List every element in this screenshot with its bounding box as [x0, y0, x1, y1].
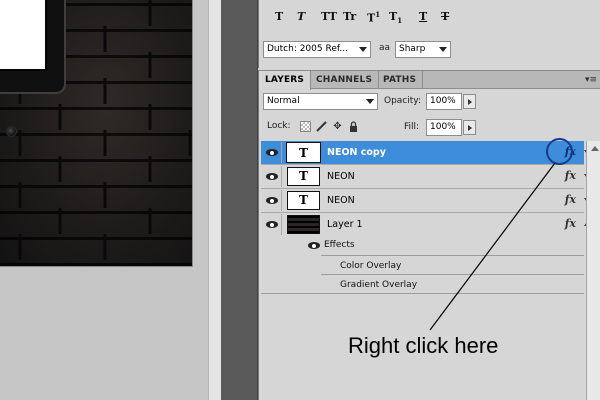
document-canvas[interactable]: [0, 0, 208, 400]
layer-row-neon[interactable]: T NEON fx: [261, 165, 590, 189]
subscript-mark: 1: [397, 16, 403, 26]
faux-bold-button[interactable]: T: [275, 10, 283, 23]
scroll-up-icon[interactable]: [591, 146, 599, 151]
eye-icon: [266, 149, 278, 156]
superscript-mark: 1: [375, 10, 381, 19]
visibility-toggle[interactable]: [262, 214, 282, 235]
visibility-toggle[interactable]: [262, 190, 282, 211]
effects-group-row[interactable]: Effects: [261, 236, 584, 256]
superscript-glyph: T: [367, 11, 376, 25]
type-layer-thumbnail: T: [287, 167, 320, 186]
canvas-gutter: [208, 0, 221, 400]
character-panel: T T TT Tr T1 T1 T T Dutch: 2005 Ref... a…: [258, 0, 600, 68]
visibility-toggle[interactable]: [262, 166, 282, 187]
fill-input[interactable]: 100%: [426, 119, 462, 136]
tab-channels[interactable]: CHANNELS: [310, 71, 380, 89]
callout-text: Right click here: [348, 333, 499, 358]
brush-icon: [316, 121, 327, 132]
eye-icon[interactable]: [308, 242, 320, 249]
effect-row-color-overlay[interactable]: Color Overlay: [261, 256, 584, 276]
fx-icon[interactable]: fx: [565, 193, 576, 206]
layer-name: Layer 1: [327, 219, 363, 230]
faux-italic-button[interactable]: T: [297, 10, 305, 23]
opacity-slider-button[interactable]: [463, 94, 476, 109]
layer-row-layer-1[interactable]: Layer 1 fx: [261, 213, 590, 237]
antialias-select-value: Sharp: [399, 44, 426, 54]
chevron-down-icon: [366, 99, 374, 104]
lock-all-padlock-icon[interactable]: [348, 121, 359, 132]
wall-bolt: [6, 126, 17, 137]
effects-label: Effects: [324, 240, 355, 250]
padlock-icon: [350, 121, 357, 132]
fx-icon[interactable]: fx: [565, 217, 576, 230]
visibility-toggle[interactable]: [262, 142, 282, 163]
layer-row-neon-copy[interactable]: T NEON copy fx: [261, 141, 590, 165]
lock-transparency-icon[interactable]: [300, 121, 311, 132]
layer-name: NEON copy: [327, 147, 386, 158]
brick-wall-image: [0, 0, 193, 267]
antialias-icon: aa: [379, 43, 391, 53]
type-layer-thumbnail: T: [287, 143, 320, 162]
small-caps-button[interactable]: Tr: [343, 10, 356, 23]
subscript-button[interactable]: T1: [389, 10, 402, 25]
superscript-button[interactable]: T1: [367, 10, 380, 25]
all-caps-button[interactable]: TT: [321, 10, 337, 23]
tab-layers[interactable]: LAYERS: [259, 71, 312, 90]
fill-label: Fill:: [404, 122, 420, 132]
panel-menu-icon[interactable]: ▾≡: [585, 75, 597, 85]
type-layer-thumbnail: T: [287, 191, 320, 210]
panel-tab-bar: LAYERS CHANNELS PATHS ▾≡: [259, 71, 600, 90]
underline-button[interactable]: T: [419, 10, 427, 23]
highlight-circle: [546, 138, 573, 165]
language-select-value: Dutch: 2005 Ref...: [267, 44, 348, 54]
subscript-glyph: T: [389, 10, 398, 23]
opacity-input[interactable]: 100%: [426, 93, 462, 110]
blend-mode-value: Normal: [267, 96, 300, 106]
sign-frame: [0, 0, 66, 94]
tab-paths[interactable]: PATHS: [377, 71, 424, 89]
chevron-down-icon: [359, 47, 367, 52]
antialias-select[interactable]: Sharp: [395, 41, 451, 58]
effect-row-gradient-overlay[interactable]: Gradient Overlay: [261, 275, 584, 295]
lock-image-brush-icon[interactable]: [316, 121, 327, 132]
language-select[interactable]: Dutch: 2005 Ref...: [263, 41, 371, 58]
fx-icon[interactable]: fx: [565, 169, 576, 182]
layers-scrollbar[interactable]: [586, 141, 600, 400]
lock-label: Lock:: [267, 121, 291, 131]
image-layer-thumbnail: [287, 215, 320, 234]
strikethrough-button[interactable]: T: [441, 10, 449, 23]
layer-list: T NEON copy fx T NEON fx T NEON fx Layer…: [261, 141, 590, 295]
fill-slider-button[interactable]: [463, 120, 476, 135]
panel-dock-strip: [221, 0, 258, 400]
lock-position-move-icon[interactable]: ✥: [332, 121, 343, 132]
divider: [261, 293, 584, 294]
blend-mode-select[interactable]: Normal: [263, 93, 378, 110]
eye-icon: [266, 221, 278, 228]
effect-name: Gradient Overlay: [340, 280, 418, 290]
eye-icon: [266, 197, 278, 204]
layer-name: NEON: [327, 171, 355, 182]
sign-board: [0, 0, 47, 71]
layer-name: NEON: [327, 195, 355, 206]
chevron-down-icon: [439, 47, 447, 52]
eye-icon: [266, 173, 278, 180]
effect-name: Color Overlay: [340, 261, 402, 271]
opacity-label: Opacity:: [384, 96, 421, 106]
layer-row-neon-2[interactable]: T NEON fx: [261, 189, 590, 213]
